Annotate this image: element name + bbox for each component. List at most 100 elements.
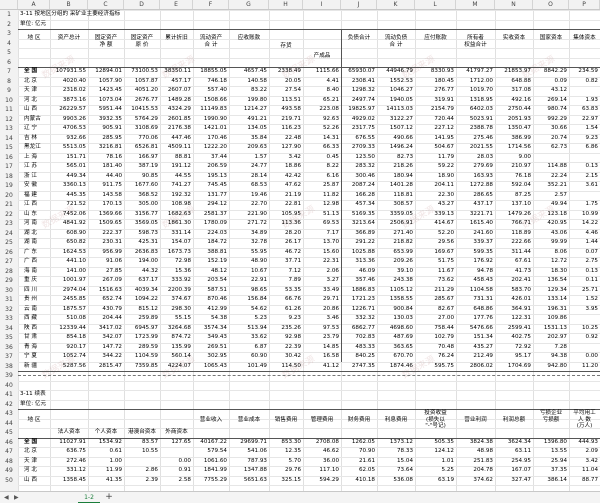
data-cell[interactable]: 636.75 — [50, 447, 86, 455]
data-cell[interactable]: 105.95 — [269, 210, 301, 218]
data-cell[interactable]: 447.46 — [160, 134, 191, 142]
data-cell[interactable]: 14.31 — [303, 134, 339, 142]
data-cell[interactable]: 5.70 — [269, 457, 301, 465]
row-header-50[interactable]: 50 — [0, 476, 18, 486]
data-cell[interactable]: 83.22 — [229, 86, 267, 94]
column-header-g[interactable]: G — [229, 0, 269, 9]
data-cell[interactable]: 29.76 — [269, 466, 301, 474]
data-cell[interactable]: 44.32 — [124, 267, 158, 275]
data-cell[interactable]: 176.92 — [456, 257, 493, 265]
data-cell[interactable]: 29.71 — [303, 295, 339, 303]
row-header-29[interactable]: 29 — [0, 276, 18, 286]
data-cell[interactable]: 0.61 — [88, 447, 122, 455]
column-header-b[interactable]: B — [50, 0, 88, 9]
data-cell[interactable]: 1940.05 — [377, 96, 413, 104]
data-cell[interactable]: 67.61 — [495, 257, 531, 265]
data-cell[interactable]: 7.28 — [533, 343, 567, 351]
row-header-20[interactable]: 20 — [0, 191, 18, 201]
data-cell[interactable]: 13.70 — [303, 238, 339, 246]
data-cell[interactable]: 3.46 — [303, 314, 339, 322]
data-cell[interactable]: 21853.97 — [495, 67, 531, 75]
data-cell[interactable]: 11027.91 — [50, 438, 86, 446]
data-cell[interactable]: 25.71 — [569, 286, 598, 294]
data-cell[interactable]: 6.87 — [229, 343, 267, 351]
data-cell[interactable]: 218.82 — [377, 238, 413, 246]
data-cell[interactable]: 154.07 — [160, 238, 191, 246]
data-cell[interactable]: 652.74 — [88, 295, 122, 303]
data-cell[interactable]: 331.12 — [50, 466, 86, 474]
data-cell[interactable]: 36.00 — [303, 457, 339, 465]
row-header-16[interactable]: 16 — [0, 153, 18, 163]
data-cell[interactable]: 23.79 — [303, 333, 339, 341]
add-sheet-button[interactable]: + — [104, 493, 114, 502]
data-cell[interactable]: 218.26 — [377, 162, 413, 170]
data-cell[interactable]: 5023.91 — [456, 115, 493, 123]
data-cell[interactable]: 22.30 — [415, 191, 454, 199]
region-name[interactable]: 天 津 — [24, 86, 50, 94]
data-cell[interactable]: 445.35 — [50, 191, 86, 199]
data-cell[interactable]: 541.06 — [229, 447, 267, 455]
data-cell[interactable]: 52.26 — [303, 124, 339, 132]
data-cell[interactable]: 37.71 — [269, 257, 301, 265]
data-cell[interactable]: 1358.55 — [377, 295, 413, 303]
data-cell[interactable]: 27.85 — [88, 267, 122, 275]
data-cell[interactable]: 227.12 — [415, 124, 454, 132]
data-cell[interactable]: 269.51 — [193, 343, 227, 351]
data-cell[interactable]: 5651.63 — [229, 476, 267, 484]
data-cell[interactable]: 1115.66 — [303, 67, 339, 75]
data-cell[interactable]: 59.22 — [415, 162, 454, 170]
row-header-47[interactable]: 47 — [0, 447, 18, 457]
data-cell[interactable]: 131.77 — [193, 191, 227, 199]
data-cell[interactable]: 9.00 — [495, 153, 531, 161]
row-header-22[interactable]: 22 — [0, 210, 18, 220]
row-header-25[interactable]: 25 — [0, 238, 18, 248]
region-name[interactable]: 海 南 — [24, 267, 50, 275]
data-cell[interactable]: 920.17 — [50, 343, 86, 351]
data-cell[interactable]: 286.65 — [456, 191, 493, 199]
data-cell[interactable]: 62.05 — [341, 466, 375, 474]
column-header-h[interactable]: H — [269, 0, 303, 9]
data-cell[interactable]: 20.05 — [269, 77, 301, 85]
data-cell[interactable]: 942.80 — [533, 362, 567, 370]
column-header-d[interactable]: D — [124, 0, 160, 9]
data-cell[interactable]: 14113.03 — [377, 105, 413, 113]
row-header-27[interactable]: 27 — [0, 257, 18, 267]
data-cell[interactable]: 7359.85 — [124, 362, 158, 370]
data-cell[interactable]: 414.67 — [415, 219, 454, 227]
data-cell[interactable]: 7755.29 — [193, 476, 227, 484]
data-cell[interactable]: 2455.85 — [50, 295, 86, 303]
row-header-4[interactable]: 4 — [0, 39, 18, 49]
spreadsheet[interactable]: ABCDEFGHIJKLMNOP 1 2 3 4 5 6 7 8 9 10 11 12 13 14 15 16… — [0, 0, 600, 503]
data-cell[interactable]: 54.62 — [229, 305, 267, 313]
data-cell[interactable]: 259.89 — [124, 314, 158, 322]
row-header-15[interactable]: 15 — [0, 143, 18, 153]
row-header-7[interactable]: 7 — [0, 67, 18, 77]
data-cell[interactable]: 3417.02 — [88, 324, 122, 332]
data-cell[interactable]: 1874.46 — [377, 362, 413, 370]
data-cell[interactable]: 980.74 — [533, 105, 567, 113]
data-cell[interactable]: 0.45 — [303, 153, 339, 161]
data-cell[interactable]: 1509.65 — [88, 219, 122, 227]
data-cell[interactable]: 1373.12 — [377, 438, 413, 446]
data-cell[interactable]: 39.10 — [377, 267, 413, 275]
data-cell[interactable]: 135.99 — [160, 343, 191, 351]
data-cell[interactable]: 374.62 — [456, 476, 493, 484]
row-header-41[interactable]: 41 — [0, 390, 18, 400]
data-cell[interactable]: 6.86 — [569, 143, 598, 151]
data-cell[interactable]: 15.36 — [160, 267, 191, 275]
data-cell[interactable]: 0.13 — [569, 162, 598, 170]
region-name[interactable]: 上 海 — [24, 153, 50, 161]
data-cell[interactable]: 319.91 — [415, 96, 454, 104]
data-cell[interactable]: 490.66 — [377, 134, 413, 142]
data-cell[interactable]: 204.11 — [415, 181, 454, 189]
data-cell[interactable]: 911.75 — [88, 181, 122, 189]
region-name[interactable]: 山 东 — [24, 210, 50, 218]
data-cell[interactable]: 9.23 — [269, 314, 301, 322]
row-header-39[interactable]: 39 — [0, 371, 18, 381]
data-cell[interactable]: 1222.20 — [193, 143, 227, 151]
data-cell[interactable]: 2317.75 — [341, 124, 375, 132]
data-cell[interactable]: 73.62 — [415, 276, 454, 284]
region-name[interactable]: 广 东 — [24, 248, 50, 256]
data-cell[interactable]: 3264.68 — [160, 324, 191, 332]
data-cell[interactable]: 1.75 — [569, 200, 598, 208]
